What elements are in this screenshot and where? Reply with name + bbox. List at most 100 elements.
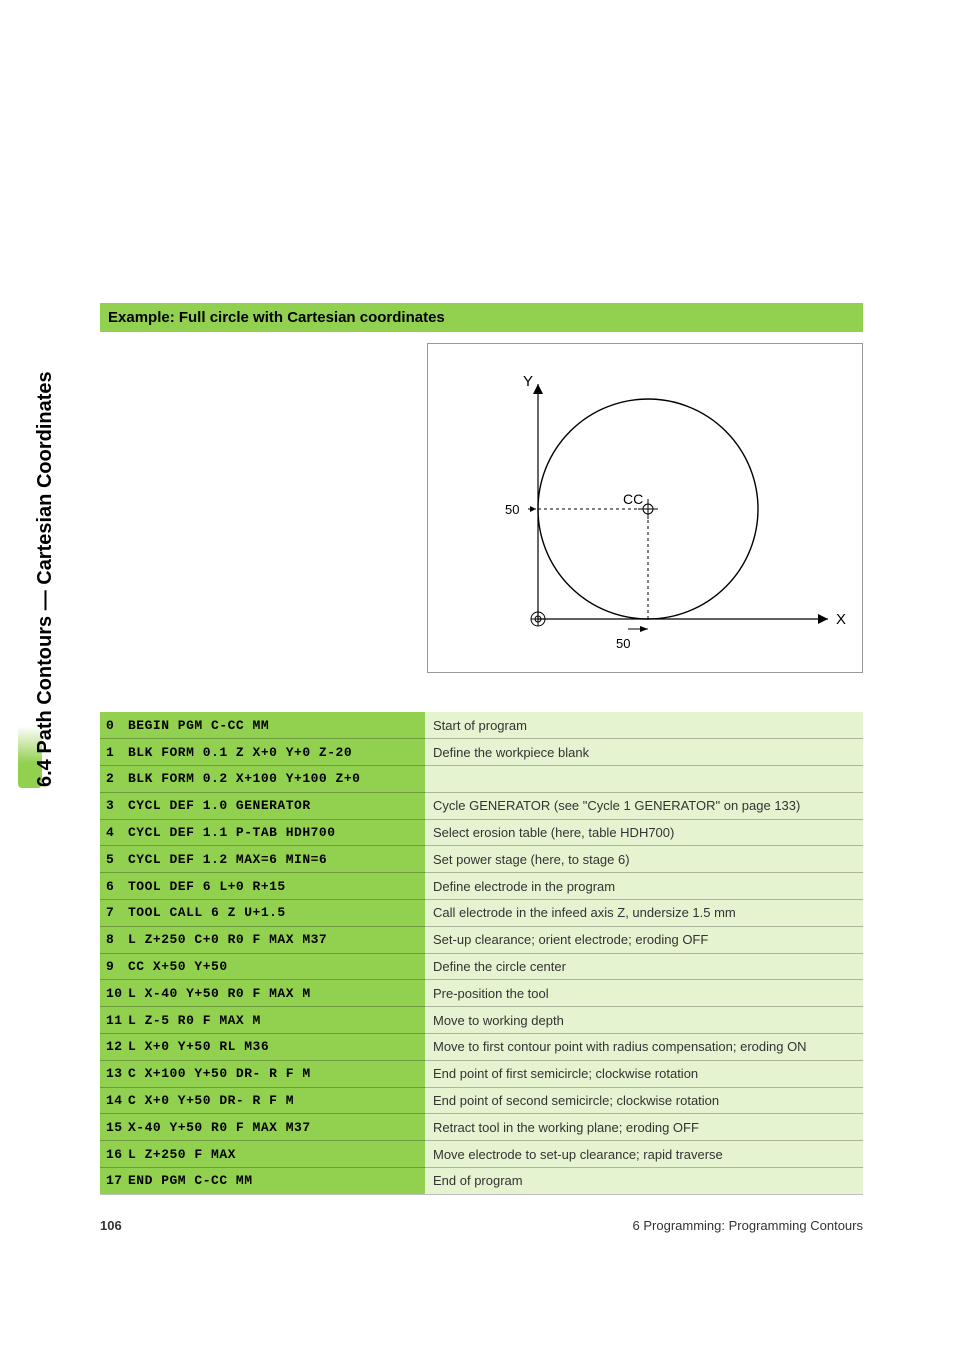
y-axis-label: Y [523, 373, 533, 390]
program-row: 13C X+100 Y+50 DR- R F MEnd point of fir… [100, 1060, 863, 1087]
line-number: 16 [106, 1147, 128, 1162]
program-row: 12L X+0 Y+50 RL M36Move to first contour… [100, 1034, 863, 1061]
code-text: C X+0 Y+50 DR- R F M [128, 1093, 294, 1108]
line-number: 8 [106, 932, 128, 947]
line-number: 5 [106, 852, 128, 867]
program-desc-cell: Cycle GENERATOR (see "Cycle 1 GENERATOR"… [425, 792, 863, 819]
line-number: 9 [106, 959, 128, 974]
code-text: X-40 Y+50 R0 F MAX M37 [128, 1120, 311, 1135]
code-text: CC X+50 Y+50 [128, 959, 228, 974]
program-desc-cell: Move to working depth [425, 1007, 863, 1034]
program-code-cell: 14C X+0 Y+50 DR- R F M [100, 1087, 425, 1114]
program-row: 0BEGIN PGM C-CC MMStart of program [100, 712, 863, 739]
program-row: 9CC X+50 Y+50Define the circle center [100, 953, 863, 980]
diagram-box: Y X CC 50 50 [427, 343, 863, 673]
program-code-cell: 7TOOL CALL 6 Z U+1.5 [100, 900, 425, 927]
program-row: 14C X+0 Y+50 DR- R F MEnd point of secon… [100, 1087, 863, 1114]
code-text: TOOL CALL 6 Z U+1.5 [128, 905, 286, 920]
program-row: 10L X-40 Y+50 R0 F MAX MPre-position the… [100, 980, 863, 1007]
program-row: 5CYCL DEF 1.2 MAX=6 MIN=6Set power stage… [100, 846, 863, 873]
program-desc-cell: Select erosion table (here, table HDH700… [425, 819, 863, 846]
program-row: 7TOOL CALL 6 Z U+1.5Call electrode in th… [100, 900, 863, 927]
page-footer: 106 6 Programming: Programming Contours [100, 1218, 863, 1233]
program-desc-cell: Move to first contour point with radius … [425, 1034, 863, 1061]
code-text: CYCL DEF 1.0 GENERATOR [128, 798, 311, 813]
code-text: END PGM C-CC MM [128, 1173, 253, 1188]
program-desc-cell: Start of program [425, 712, 863, 739]
program-desc-cell: End point of first semicircle; clockwise… [425, 1060, 863, 1087]
program-row: 6TOOL DEF 6 L+0 R+15Define electrode in … [100, 873, 863, 900]
line-number: 4 [106, 825, 128, 840]
code-text: BLK FORM 0.1 Z X+0 Y+0 Z-20 [128, 745, 352, 760]
program-code-cell: 3CYCL DEF 1.0 GENERATOR [100, 792, 425, 819]
program-desc-cell: Define the circle center [425, 953, 863, 980]
line-number: 15 [106, 1120, 128, 1135]
page-number: 106 [100, 1218, 122, 1233]
tick-y-label: 50 [505, 502, 519, 517]
code-text: L Z-5 R0 F MAX M [128, 1013, 261, 1028]
section-side-label: 6.4 Path Contours — Cartesian Coordinate… [34, 371, 57, 787]
code-text: CYCL DEF 1.1 P-TAB HDH700 [128, 825, 336, 840]
tick-x-label: 50 [616, 636, 630, 651]
program-desc-cell: Define electrode in the program [425, 873, 863, 900]
line-number: 14 [106, 1093, 128, 1108]
program-row: 1BLK FORM 0.1 Z X+0 Y+0 Z-20Define the w… [100, 739, 863, 766]
program-code-cell: 1BLK FORM 0.1 Z X+0 Y+0 Z-20 [100, 739, 425, 766]
program-desc-cell: Retract tool in the working plane; erodi… [425, 1114, 863, 1141]
program-row: 4CYCL DEF 1.1 P-TAB HDH700 Select erosion… [100, 819, 863, 846]
program-code-cell: 16L Z+250 F MAX [100, 1141, 425, 1168]
line-number: 1 [106, 745, 128, 760]
line-number: 7 [106, 905, 128, 920]
program-row: 16L Z+250 F MAXMove electrode to set-up … [100, 1141, 863, 1168]
line-number: 12 [106, 1039, 128, 1054]
example-title-bar: Example: Full circle with Cartesian coor… [100, 303, 863, 332]
chapter-label: 6 Programming: Programming Contours [633, 1218, 863, 1233]
program-code-cell: 5CYCL DEF 1.2 MAX=6 MIN=6 [100, 846, 425, 873]
program-row: 8L Z+250 C+0 R0 F MAX M37Set-up clearanc… [100, 926, 863, 953]
program-desc-cell: Set power stage (here, to stage 6) [425, 846, 863, 873]
program-desc-cell: End of program [425, 1168, 863, 1195]
program-desc-cell: Set-up clearance; orient electrode; erod… [425, 926, 863, 953]
line-number: 2 [106, 771, 128, 786]
page-content: Example: Full circle with Cartesian coor… [100, 303, 863, 332]
program-code-cell: 10L X-40 Y+50 R0 F MAX M [100, 980, 425, 1007]
code-text: BLK FORM 0.2 X+100 Y+100 Z+0 [128, 771, 360, 786]
program-row: 11L Z-5 R0 F MAX MMove to working depth [100, 1007, 863, 1034]
program-row: 2BLK FORM 0.2 X+100 Y+100 Z+0 [100, 766, 863, 793]
program-desc-cell [425, 766, 863, 793]
code-text: TOOL DEF 6 L+0 R+15 [128, 879, 286, 894]
code-text: L Z+250 C+0 R0 F MAX M37 [128, 932, 327, 947]
line-number: 11 [106, 1013, 128, 1028]
line-number: 10 [106, 986, 128, 1001]
code-text: CYCL DEF 1.2 MAX=6 MIN=6 [128, 852, 327, 867]
x-axis-label: X [836, 611, 846, 628]
program-desc-cell: Pre-position the tool [425, 980, 863, 1007]
line-number: 3 [106, 798, 128, 813]
program-desc-cell: End point of second semicircle; clockwis… [425, 1087, 863, 1114]
code-text: C X+100 Y+50 DR- R F M [128, 1066, 311, 1081]
program-listing-table: 0BEGIN PGM C-CC MMStart of program1BLK F… [100, 712, 863, 1195]
program-code-cell: 9CC X+50 Y+50 [100, 953, 425, 980]
line-number: 17 [106, 1173, 128, 1188]
program-desc-cell: Move electrode to set-up clearance; rapi… [425, 1141, 863, 1168]
program-row: 3CYCL DEF 1.0 GENERATORCycle GENERATOR (… [100, 792, 863, 819]
program-code-cell: 0BEGIN PGM C-CC MM [100, 712, 425, 739]
program-desc-cell: Call electrode in the infeed axis Z, und… [425, 900, 863, 927]
line-number: 6 [106, 879, 128, 894]
program-code-cell: 12L X+0 Y+50 RL M36 [100, 1034, 425, 1061]
code-text: L Z+250 F MAX [128, 1147, 236, 1162]
program-code-cell: 15X-40 Y+50 R0 F MAX M37 [100, 1114, 425, 1141]
coordinate-diagram: Y X CC 50 50 [428, 344, 862, 672]
program-code-cell: 2BLK FORM 0.2 X+100 Y+100 Z+0 [100, 766, 425, 793]
program-code-cell: 8L Z+250 C+0 R0 F MAX M37 [100, 926, 425, 953]
program-code-cell: 13C X+100 Y+50 DR- R F M [100, 1060, 425, 1087]
code-text: L X+0 Y+50 RL M36 [128, 1039, 269, 1054]
program-code-cell: 11L Z-5 R0 F MAX M [100, 1007, 425, 1034]
program-code-cell: 17END PGM C-CC MM [100, 1168, 425, 1195]
cc-label: CC [623, 491, 643, 507]
code-text: L X-40 Y+50 R0 F MAX M [128, 986, 311, 1001]
program-code-cell: 6TOOL DEF 6 L+0 R+15 [100, 873, 425, 900]
program-row: 17END PGM C-CC MMEnd of program [100, 1168, 863, 1195]
program-row: 15X-40 Y+50 R0 F MAX M37Retract tool in … [100, 1114, 863, 1141]
program-desc-cell: Define the workpiece blank [425, 739, 863, 766]
